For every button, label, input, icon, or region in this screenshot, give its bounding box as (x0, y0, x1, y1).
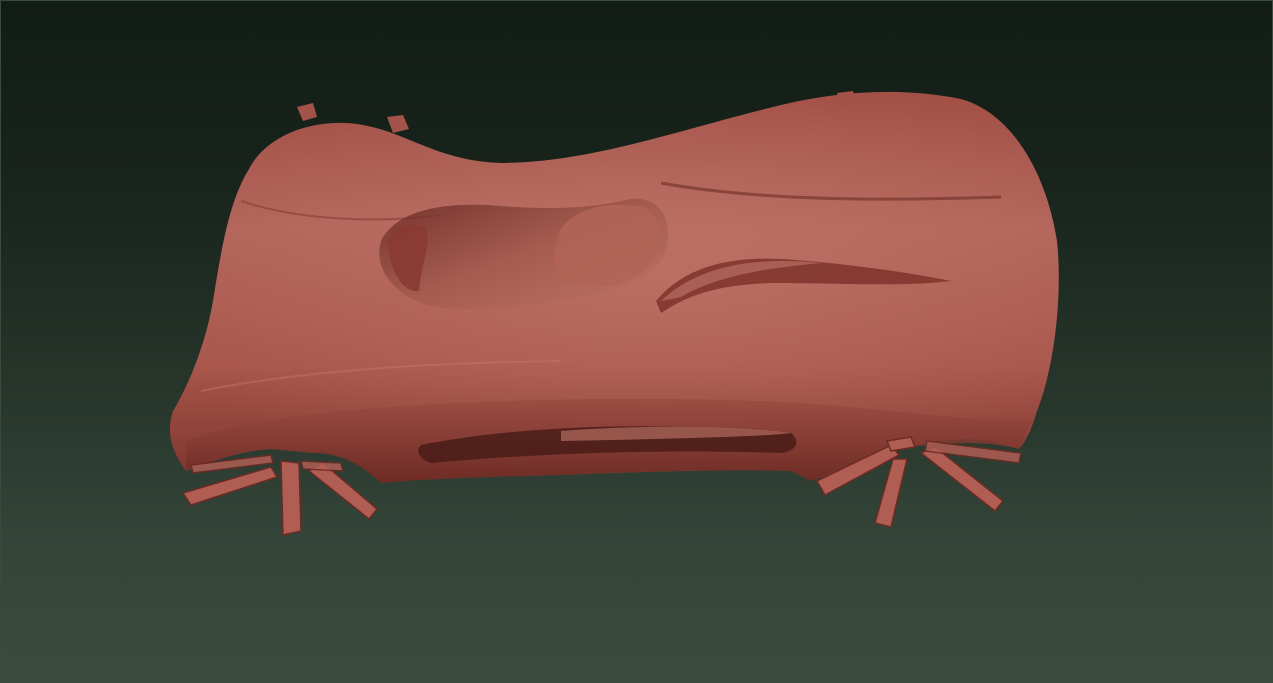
sculpt-viewport[interactable] (0, 0, 1273, 683)
car-sculpt-model[interactable] (1, 1, 1273, 683)
front-suspension-left (181, 454, 379, 536)
rear-post-left (297, 103, 317, 121)
rear-post-right (387, 115, 409, 133)
